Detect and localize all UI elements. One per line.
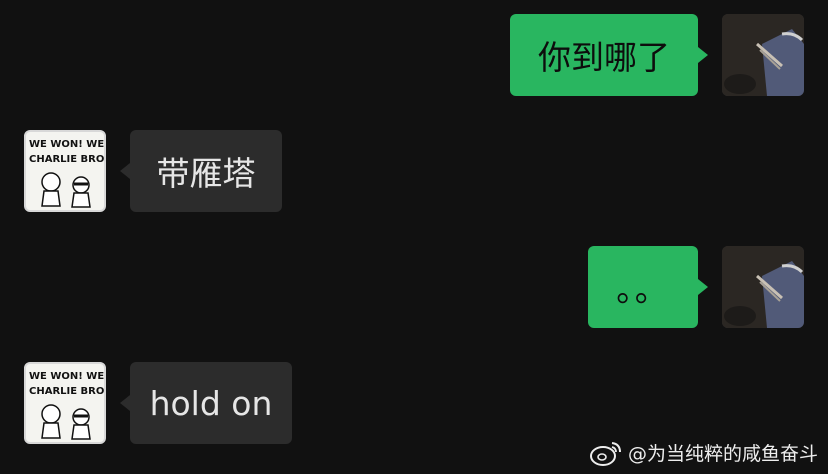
message-text: 带雁塔 [156, 154, 256, 193]
comic-line-1: WE WON! WE WON, [29, 371, 104, 382]
message-text: 。。 [616, 270, 670, 309]
message-bubble-received[interactable]: 带雁塔 [130, 130, 282, 212]
bubble-tail [120, 395, 130, 411]
bubble-tail [698, 47, 708, 63]
friend-avatar[interactable]: WE WON! WE WON, CHARLIE BROWN!! [24, 362, 106, 444]
comic-line-2: CHARLIE BROWN!! [29, 154, 104, 165]
user-avatar[interactable] [722, 14, 804, 96]
message-text: 你到哪了 [538, 38, 670, 77]
watermark-text: @为当纯粹的咸鱼奋斗 [627, 443, 818, 465]
user-photo-icon [722, 14, 804, 96]
message-text: hold on [149, 383, 273, 423]
bubble-tail [698, 279, 708, 295]
message-bubble-sent[interactable]: 。。 [588, 246, 698, 328]
comic-line-1: WE WON! WE WON, [29, 139, 104, 150]
weibo-watermark: @为当纯粹的咸鱼奋斗 [589, 439, 818, 466]
chat-window: 你到哪了 WE WON! WE WON, CHARLIE BROWN!! 带雁塔… [0, 0, 828, 474]
user-photo-icon [722, 246, 804, 328]
friend-avatar[interactable]: WE WON! WE WON, CHARLIE BROWN!! [24, 130, 106, 212]
message-bubble-sent[interactable]: 你到哪了 [510, 14, 698, 96]
weibo-icon [589, 441, 621, 466]
message-bubble-received[interactable]: hold on [130, 362, 292, 444]
charlie-brown-comic-icon: WE WON! WE WON, CHARLIE BROWN!! [29, 139, 104, 208]
bubble-tail [120, 163, 130, 179]
comic-line-2: CHARLIE BROWN!! [29, 386, 104, 397]
charlie-brown-comic-icon: WE WON! WE WON, CHARLIE BROWN!! [29, 371, 104, 440]
user-avatar[interactable] [722, 246, 804, 328]
